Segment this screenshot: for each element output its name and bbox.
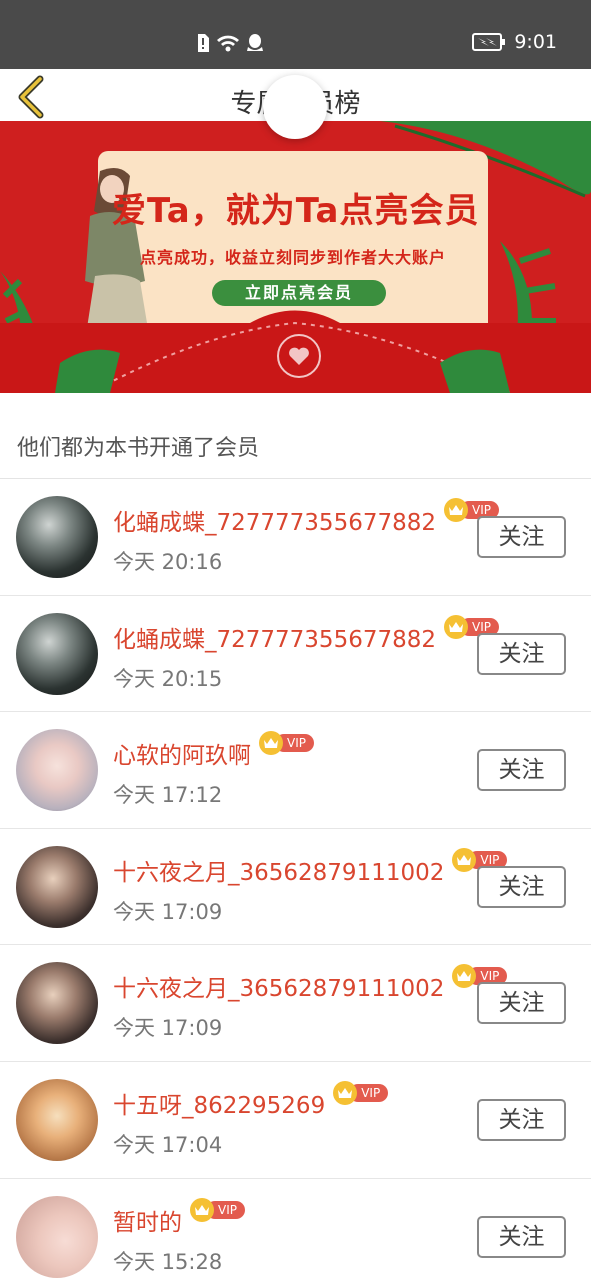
member-name[interactable]: 十六夜之月_36562879111002 [113, 853, 444, 887]
blurred-pink-avatar[interactable] [16, 1195, 98, 1278]
member-row-6[interactable]: 暂时的 VIP 今天 15:28 关注 [0, 1179, 591, 1280]
member-name[interactable]: 十五呀_862295269 [113, 1086, 325, 1120]
member-row-0[interactable]: 化蛹成蝶_727777355677882 VIP 今天 20:16 关注 [0, 479, 591, 596]
name-line: 化蛹成蝶_727777355677882 VIP [113, 498, 499, 537]
member-time: 今天 17:12 [113, 783, 223, 808]
member-name[interactable]: 暂时的 [113, 1203, 182, 1237]
sim-alert-icon [198, 34, 209, 52]
girl-crown-avatar[interactable] [16, 729, 98, 812]
member-time: 今天 17:09 [113, 1016, 223, 1041]
floating-assist-button[interactable] [263, 75, 327, 139]
vip-badge: VIP [259, 731, 314, 756]
follow-button[interactable]: 关注 [477, 749, 566, 792]
member-row-2[interactable]: 心软的阿玖啊 VIP 今天 17:12 关注 [0, 712, 591, 829]
member-row-3[interactable]: 十六夜之月_36562879111002 VIP 今天 17:09 关注 [0, 829, 591, 946]
follow-button[interactable]: 关注 [477, 632, 566, 675]
member-row-5[interactable]: 十五呀_862295269 VIP 今天 17:04 关注 [0, 1062, 591, 1179]
follow-button[interactable]: 关注 [477, 1098, 566, 1141]
name-line: 十五呀_862295269 VIP [113, 1080, 389, 1120]
follow-button[interactable]: 关注 [477, 516, 566, 558]
member-time: 今天 17:09 [113, 899, 223, 924]
status-bar: 9:01 [0, 0, 591, 69]
crown-icon [259, 731, 283, 756]
member-row-4[interactable]: 十六夜之月_36562879111002 VIP 今天 17:09 关注 [0, 945, 591, 1062]
girl-selfie-avatar[interactable] [16, 845, 98, 928]
member-row-1[interactable]: 化蛹成蝶_727777355677882 VIP 今天 20:15 关注 [0, 596, 591, 713]
vip-badge: VIP [190, 1197, 245, 1222]
crown-icon [452, 964, 477, 989]
member-list: 化蛹成蝶_727777355677882 VIP 今天 20:16 关注 化蛹成… [0, 479, 591, 1280]
name-line: 十六夜之月_36562879111002 VIP [113, 847, 508, 887]
banner-title: 爱Ta，就为Ta点亮会员 [112, 191, 480, 231]
name-line: 心软的阿玖啊 VIP [113, 731, 314, 770]
name-line: 十六夜之月_36562879111002 VIP [113, 964, 508, 1003]
follow-button[interactable]: 关注 [477, 865, 566, 908]
dark-landscape-avatar[interactable] [16, 612, 98, 695]
qq-icon [247, 34, 263, 51]
wifi-icon [217, 35, 239, 52]
name-line: 暂时的 VIP [113, 1197, 245, 1237]
member-time: 今天 17:04 [113, 1132, 223, 1157]
dark-landscape-avatar[interactable] [16, 496, 98, 578]
name-line: 化蛹成蝶_727777355677882 VIP [113, 614, 499, 654]
follow-button[interactable]: 关注 [477, 1215, 566, 1258]
member-time: 今天 20:15 [113, 666, 223, 691]
status-icons [196, 33, 264, 53]
battery-charging-icon [472, 33, 506, 51]
member-name[interactable]: 化蛹成蝶_727777355677882 [113, 620, 436, 654]
crown-icon [333, 1080, 358, 1105]
heart-seal-icon [277, 334, 321, 378]
follow-button[interactable]: 关注 [477, 982, 566, 1025]
crown-icon [444, 498, 468, 522]
member-name[interactable]: 化蛹成蝶_727777355677882 [113, 503, 436, 537]
banner-subtitle: 点亮成功，收益立刻同步到作者大大账户 [140, 248, 447, 267]
status-right: 9:01 [472, 31, 557, 53]
member-name[interactable]: 十六夜之月_36562879111002 [113, 969, 444, 1003]
crown-icon [190, 1197, 214, 1222]
crown-icon [452, 847, 477, 872]
cartoon-girl-avatar[interactable] [16, 1078, 98, 1161]
member-time: 今天 20:16 [113, 550, 223, 574]
crown-icon [444, 614, 468, 639]
vip-badge: VIP [333, 1080, 389, 1105]
section-title: 他们都为本书开通了会员 [17, 436, 260, 461]
member-time: 今天 15:28 [113, 1249, 223, 1274]
status-time: 9:01 [514, 31, 557, 53]
girl-selfie-avatar[interactable] [16, 962, 98, 1045]
member-name[interactable]: 心软的阿玖啊 [113, 736, 251, 770]
promo-banner[interactable]: 爱Ta，就为Ta点亮会员 点亮成功，收益立刻同步到作者大大账户 立即点亮会员 [0, 121, 591, 393]
